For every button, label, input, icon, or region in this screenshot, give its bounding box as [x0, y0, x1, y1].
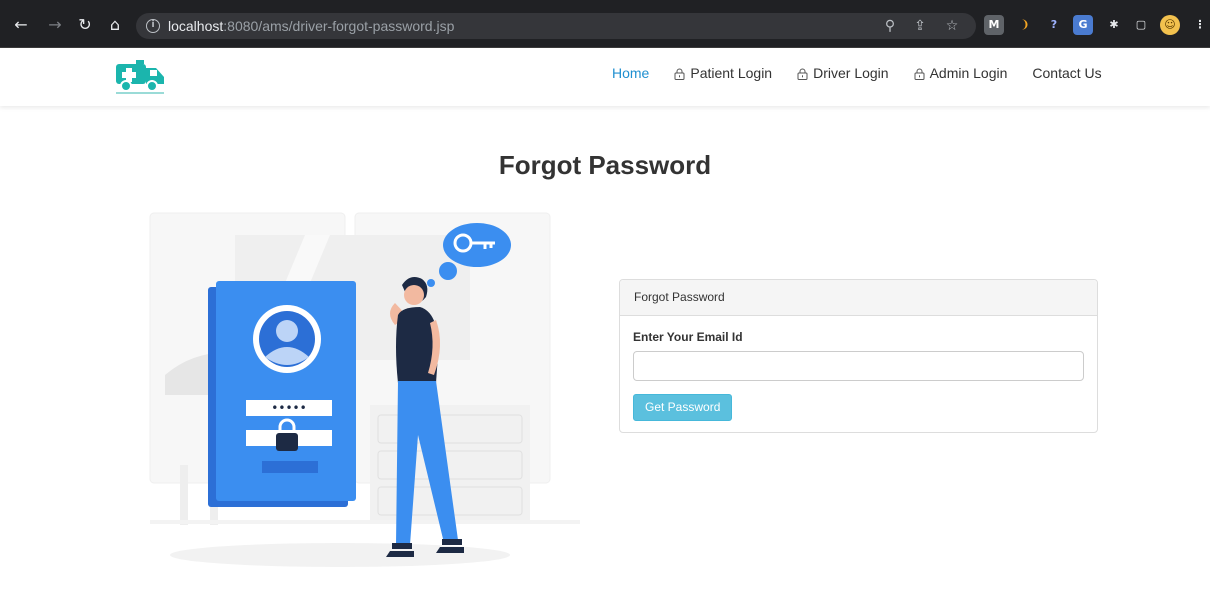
lock-icon [914, 67, 925, 80]
nav-patient-login-label: Patient Login [690, 65, 773, 81]
nav-admin-login-label: Admin Login [929, 65, 1008, 81]
nav-driver-login[interactable]: Driver Login [797, 65, 889, 81]
nav-admin-login[interactable]: Admin Login [914, 65, 1008, 81]
email-label: Enter Your Email Id [633, 330, 743, 344]
avatar-icon[interactable]: ☺ [1160, 15, 1180, 35]
forgot-password-illustration: ••••• [140, 205, 600, 575]
menu-dots-icon[interactable]: ⋮ [1190, 15, 1210, 35]
home-icon[interactable]: ⌂ [104, 14, 126, 36]
lock-icon [674, 67, 685, 80]
forward-icon[interactable]: → [44, 14, 66, 36]
password-mask: ••••• [271, 401, 306, 415]
puzzle-extension-icon[interactable]: ✱ [1104, 15, 1124, 35]
address-bar[interactable]: i localhost:8080/ams/driver-forgot-passw… [136, 13, 976, 39]
bookmark-star-icon[interactable]: ☆ [942, 16, 962, 36]
site-header: Home Patient Login Driver Login Admin Lo… [0, 48, 1210, 106]
nav-contact-us[interactable]: Contact Us [1032, 65, 1101, 81]
nav-home-label: Home [612, 65, 650, 81]
ambulance-logo-icon[interactable] [114, 56, 166, 96]
badge-extension-icon[interactable]: ? [1044, 15, 1064, 35]
zoom-icon[interactable]: ⚲ [880, 16, 900, 36]
translate-extension-icon[interactable]: G [1073, 15, 1093, 35]
lock-icon [797, 67, 808, 80]
card-body: Enter Your Email Id Get Password [620, 316, 1097, 435]
card-header: Forgot Password [620, 280, 1097, 316]
page-title: Forgot Password [498, 150, 712, 180]
main-nav: Home Patient Login Driver Login Admin Lo… [612, 65, 1127, 81]
forgot-password-card: Forgot Password Enter Your Email Id Get … [619, 279, 1098, 433]
m-extension-icon[interactable]: M [984, 15, 1004, 35]
nav-home[interactable]: Home [612, 65, 649, 81]
orange-extension-icon[interactable]: ❩ [1015, 15, 1035, 35]
nav-contact-us-label: Contact Us [1032, 65, 1102, 81]
share-icon[interactable]: ⇪ [910, 16, 930, 36]
browser-toolbar: ← → ↻ ⌂ i localhost:8080/ams/driver-forg… [0, 0, 1210, 48]
url-text[interactable]: localhost:8080/ams/driver-forgot-passwor… [168, 18, 454, 34]
nav-driver-login-label: Driver Login [813, 65, 889, 81]
nav-patient-login[interactable]: Patient Login [674, 65, 772, 81]
reload-icon[interactable]: ↻ [74, 14, 96, 36]
side-panel-icon[interactable]: ▢ [1131, 15, 1151, 35]
email-input[interactable] [633, 351, 1084, 381]
back-icon[interactable]: ← [10, 14, 32, 36]
get-password-button[interactable]: Get Password [633, 394, 733, 421]
info-icon[interactable]: i [146, 19, 160, 33]
